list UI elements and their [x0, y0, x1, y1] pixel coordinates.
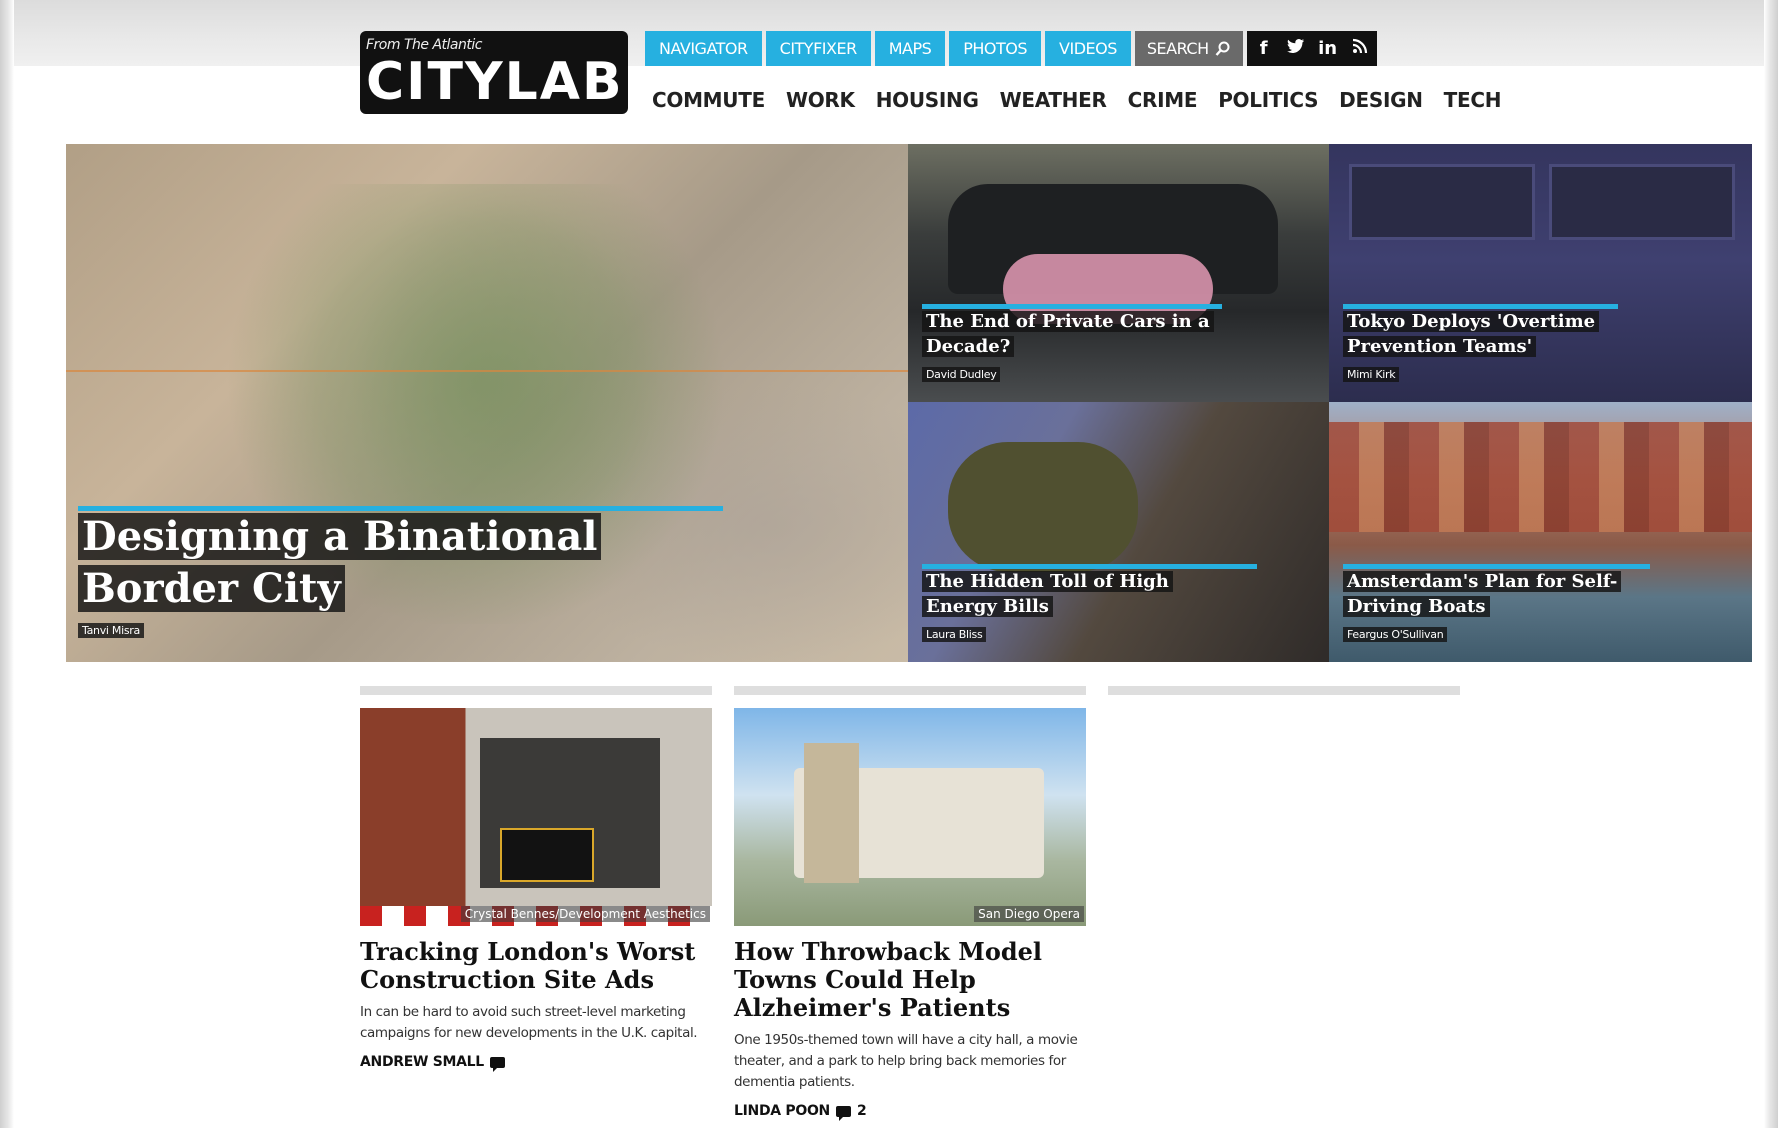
story-card: Crystal Bennes/Development Aesthetics Tr… — [360, 708, 712, 1072]
hero-tile-3-title[interactable]: The Hidden Toll of High Energy Bills — [922, 571, 1173, 617]
category-nav: COMMUTE WORK HOUSING WEATHER CRIME POLIT… — [652, 88, 1501, 112]
search-label: SEARCH — [1146, 39, 1209, 58]
category-crime[interactable]: CRIME — [1128, 88, 1198, 112]
top-nav: NAVIGATOR CITYFIXER MAPS PHOTOS VIDEOS S… — [645, 31, 1377, 66]
section-divider — [734, 686, 1086, 695]
nav-tab-maps[interactable]: MAPS — [874, 31, 946, 66]
category-work[interactable]: WORK — [786, 88, 855, 112]
hero-tile-2-author[interactable]: Mimi Kirk — [1343, 367, 1400, 382]
nav-tab-photos[interactable]: PHOTOS — [949, 31, 1042, 66]
category-housing[interactable]: HOUSING — [876, 88, 979, 112]
hero-main-author[interactable]: Tanvi Misra — [78, 623, 144, 638]
hero-tile-1-title[interactable]: The End of Private Cars in a Decade? — [922, 311, 1214, 357]
social-links: f in — [1246, 31, 1377, 66]
story-card: San Diego Opera How Throwback Model Town… — [734, 708, 1086, 1121]
section-divider — [360, 686, 712, 695]
logo-from-label: From The Atlantic — [366, 37, 482, 53]
crib-sign-image — [500, 828, 594, 882]
border-line — [66, 370, 908, 372]
category-politics[interactable]: POLITICS — [1218, 88, 1318, 112]
search-icon — [1215, 41, 1230, 56]
search-button[interactable]: SEARCH — [1134, 31, 1243, 66]
hero-tile-1-author[interactable]: David Dudley — [922, 367, 1001, 382]
story-dek: In can be hard to avoid such street-leve… — [360, 1004, 698, 1041]
citylab-logo[interactable]: From The Atlantic CITYLAB — [360, 31, 628, 114]
section-divider — [1108, 686, 1460, 695]
story-dek: One 1950s-themed town will have a city h… — [734, 1032, 1078, 1090]
hero-tile-2-caption: Tokyo Deploys 'Overtime Prevention Teams… — [1343, 304, 1643, 382]
comment-icon[interactable] — [835, 1105, 851, 1121]
story-thumbnail[interactable]: Crystal Bennes/Development Aesthetics — [360, 708, 712, 926]
canal-houses-image — [1329, 422, 1752, 532]
nav-tab-cityfixer[interactable]: CITYFIXER — [765, 31, 871, 66]
twitter-icon[interactable] — [1285, 38, 1307, 59]
hero-tile-1-caption: The End of Private Cars in a Decade? Dav… — [922, 304, 1222, 382]
logo-wordmark: CITYLAB — [366, 52, 624, 112]
hero-tile-4-caption: Amsterdam's Plan for Self-Driving Boats … — [1343, 564, 1650, 642]
story-headline[interactable]: Tracking London's Worst Construction Sit… — [360, 938, 712, 994]
comment-icon[interactable] — [489, 1056, 505, 1072]
story-byline: LINDA POON 2 — [734, 1103, 1086, 1121]
comment-count[interactable]: 2 — [857, 1103, 867, 1119]
category-weather[interactable]: WEATHER — [1000, 88, 1107, 112]
photo-credit: San Diego Opera — [974, 906, 1084, 922]
nav-tab-navigator[interactable]: NAVIGATOR — [645, 31, 762, 66]
hero-tile-4-author[interactable]: Feargus O'Sullivan — [1343, 627, 1448, 642]
story-byline: ANDREW SMALL — [360, 1054, 712, 1072]
linkedin-icon[interactable]: in — [1317, 38, 1339, 59]
category-commute[interactable]: COMMUTE — [652, 88, 765, 112]
tower-image — [804, 743, 859, 883]
hero-main-caption: Designing a Binational Border City Tanvi… — [78, 506, 723, 638]
category-tech[interactable]: TECH — [1444, 88, 1502, 112]
nav-tab-videos[interactable]: VIDEOS — [1045, 31, 1131, 66]
window-image — [1549, 164, 1735, 240]
hero-main-title[interactable]: Designing a Binational Border City — [78, 513, 602, 612]
rss-icon[interactable] — [1349, 38, 1371, 59]
browser-frame-right — [1764, 0, 1778, 1128]
hero-tile-3-caption: The Hidden Toll of High Energy Bills Lau… — [922, 564, 1257, 642]
glove-image — [948, 442, 1138, 572]
photo-credit: Crystal Bennes/Development Aesthetics — [460, 906, 710, 922]
hero-tile-4-title[interactable]: Amsterdam's Plan for Self-Driving Boats — [1343, 571, 1622, 617]
hero-tile-2-title[interactable]: Tokyo Deploys 'Overtime Prevention Teams… — [1343, 311, 1600, 357]
facebook-icon[interactable]: f — [1253, 38, 1275, 59]
story-author[interactable]: LINDA POON — [734, 1103, 830, 1119]
window-image — [1349, 164, 1535, 240]
story-headline[interactable]: How Throwback Model Towns Could Help Alz… — [734, 938, 1086, 1022]
story-author[interactable]: ANDREW SMALL — [360, 1054, 484, 1070]
story-thumbnail[interactable]: San Diego Opera — [734, 708, 1086, 926]
hero-tile-3-author[interactable]: Laura Bliss — [922, 627, 987, 642]
category-design[interactable]: DESIGN — [1339, 88, 1423, 112]
browser-frame-left — [0, 0, 14, 1128]
